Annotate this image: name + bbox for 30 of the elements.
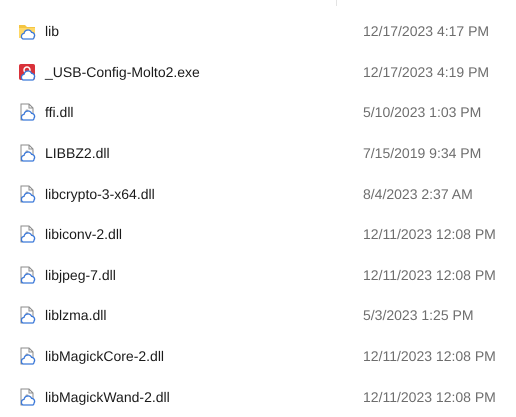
file-name[interactable]: libcrypto-3-x64.dll — [45, 186, 345, 202]
date-modified: 12/17/2023 4:19 PM — [363, 64, 490, 80]
file-icon — [18, 306, 36, 324]
file-name[interactable]: ffi.dll — [45, 104, 345, 120]
date-modified: 12/11/2023 12:08 PM — [363, 388, 496, 405]
folder-icon — [18, 22, 36, 40]
file-name[interactable]: liblzma.dll — [45, 307, 345, 324]
file-name[interactable]: libiconv-2.dll — [45, 226, 345, 242]
file-icon — [18, 388, 36, 406]
date-modified: 7/15/2019 9:34 PM — [363, 145, 482, 162]
date-modified: 12/11/2023 12:08 PM — [363, 226, 496, 242]
file-name[interactable]: libMagickWand-2.dll — [45, 388, 345, 405]
file-name[interactable]: lib — [45, 23, 345, 40]
date-modified: 8/4/2023 2:37 AM — [363, 186, 473, 202]
file-icon — [18, 347, 36, 366]
date-modified: 12/11/2023 12:08 PM — [363, 348, 496, 364]
date-modified: 5/3/2023 1:25 PM — [363, 307, 474, 324]
file-icon — [18, 225, 36, 244]
file-icon — [18, 184, 36, 203]
date-modified: 5/10/2023 1:03 PM — [363, 104, 482, 120]
file-name[interactable]: libjpeg-7.dll — [45, 266, 345, 283]
date-modified: 12/11/2023 12:08 PM — [363, 266, 496, 283]
file-name[interactable]: libMagickCore-2.dll — [45, 348, 345, 364]
file-icon — [18, 144, 36, 162]
file-name[interactable]: _USB-Config-Molto2.exe — [45, 64, 345, 80]
file-icon — [18, 266, 36, 284]
file-name[interactable]: LIBBZ2.dll — [45, 145, 345, 162]
file-icon — [18, 103, 36, 122]
date-modified: 12/17/2023 4:17 PM — [363, 23, 490, 40]
app-icon — [18, 62, 36, 81]
